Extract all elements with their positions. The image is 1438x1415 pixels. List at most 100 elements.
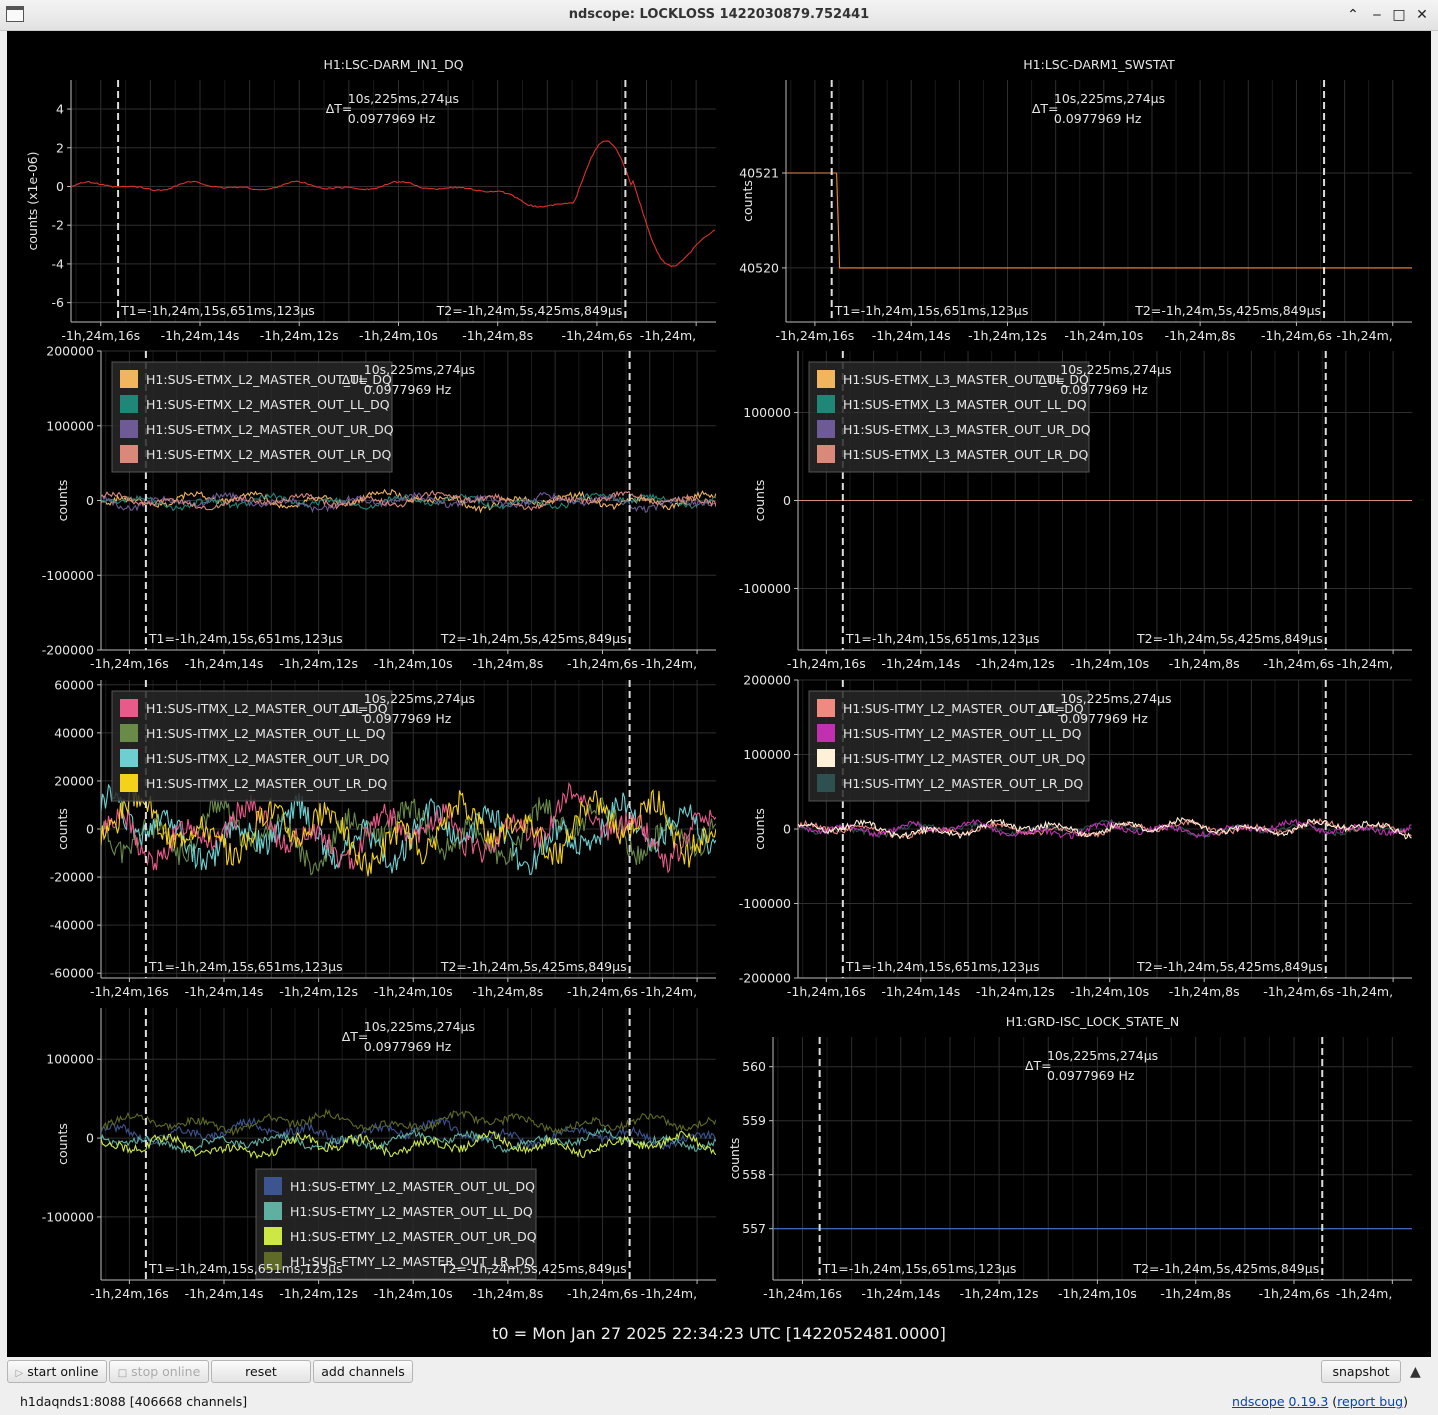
legend-label[interactable]: H1:SUS-ETMX_L3_MASTER_OUT_LL_DQ — [843, 397, 1087, 412]
x-tick-label: -1h,24m,14s — [185, 656, 264, 671]
legend-swatch — [264, 1177, 282, 1195]
title-bar: ndscope: LOCKLOSS 1422030879.752441 ⌃ ‒ … — [0, 0, 1438, 31]
x-tick-label: -1h,24m,12s — [279, 656, 358, 671]
legend-swatch — [817, 699, 835, 717]
legend-label[interactable]: H1:SUS-ETMY_L2_MASTER_OUT_UL_DQ — [290, 1179, 535, 1194]
y-tick-label: -20000 — [50, 870, 94, 885]
t0-label: t0 = Mon Jan 27 2025 22:34:23 UTC [14220… — [492, 1324, 946, 1343]
series-group — [71, 140, 716, 268]
x-tick-label: -1h,24m,10s — [374, 1286, 453, 1301]
x-tick-label: -1h,24m,16s — [763, 1286, 842, 1301]
y-tick-label: -100000 — [739, 581, 791, 596]
series-group — [786, 172, 1412, 269]
x-tick-label: -1h,24m,8s — [1169, 984, 1240, 999]
y-axis-label: counts — [55, 480, 70, 522]
legend-label[interactable]: H1:SUS-ETMX_L3_MASTER_OUT_LR_DQ — [843, 447, 1089, 462]
plot-canvas[interactable]: 4 2 0 -2 -4 -6 -1h,24m,16s -1h,24m,14s -1h,24m,1… — [7, 31, 1431, 1357]
y-tick-label: 0 — [56, 179, 64, 194]
x-tick-label: -1h,24m,8s — [472, 656, 543, 671]
plot-title: H1:LSC-DARM1_SWSTAT — [1023, 57, 1175, 72]
report-bug-link[interactable]: report bug — [1337, 1394, 1403, 1409]
x-tick-label: -1h,24m,16s — [787, 656, 866, 671]
cursor-t1-label: T1=-1h,24m,15s,651ms,123µs — [822, 1261, 1017, 1276]
reset-button[interactable]: reset — [211, 1360, 311, 1383]
y-tick-label: 559 — [742, 1113, 766, 1128]
legend-swatch — [817, 774, 835, 792]
legend-swatch — [264, 1202, 282, 1220]
y-tick-label: 40521 — [739, 166, 779, 181]
x-tick-label: -1h,24m,14s — [185, 984, 264, 999]
x-tick-label: -1h,24m,8s — [462, 328, 533, 343]
close-icon[interactable]: ✕ — [1413, 6, 1431, 24]
legend-label[interactable]: H1:SUS-ITMY_L2_MASTER_OUT_UL_DQ — [843, 701, 1084, 716]
series-group — [101, 1107, 716, 1160]
stop-online-button[interactable]: □ stop online — [109, 1360, 209, 1383]
stop-online-label: stop online — [131, 1364, 201, 1379]
cursor-t1-label: T1=-1h,24m,15s,651ms,123µs — [148, 959, 343, 974]
x-tick-label: -1h,24m,6s — [567, 656, 638, 671]
y-tick-label: 100000 — [743, 405, 791, 420]
plot-grid[interactable]: 420-2-4-6-1h,24m,16s -1h,24m,14s -1h,24m,1… — [7, 31, 1431, 1357]
legend-label[interactable]: H1:SUS-ITMX_L2_MASTER_OUT_UR_DQ — [146, 751, 390, 766]
x-tick-label: -1h,24m,16s — [61, 328, 140, 343]
legend-swatch — [120, 724, 138, 742]
legend-label[interactable]: H1:SUS-ITMX_L2_MASTER_OUT_LL_DQ — [146, 726, 386, 741]
legend-swatch — [264, 1227, 282, 1245]
cursor-t1-label: T1=-1h,24m,15s,651ms,123µs — [148, 631, 343, 646]
legend-swatch — [120, 370, 138, 388]
start-online-button[interactable]: ▷ start online — [7, 1360, 107, 1383]
legend-label[interactable]: H1:SUS-ITMX_L2_MASTER_OUT_LR_DQ — [146, 776, 387, 791]
legend-swatch — [120, 774, 138, 792]
add-channels-button[interactable]: add channels — [313, 1360, 413, 1383]
x-tick-label: -1h,24m,14s — [881, 656, 960, 671]
y-tick-label: -100000 — [739, 896, 791, 911]
ndscope-link[interactable]: ndscope — [1232, 1394, 1285, 1409]
legend-label[interactable]: H1:SUS-ETMX_L3_MASTER_OUT_UR_DQ — [843, 422, 1091, 437]
legend-label[interactable]: H1:SUS-ITMY_L2_MASTER_OUT_LL_DQ — [843, 726, 1082, 741]
x-tick-label: -1h,24m,10s — [1070, 984, 1149, 999]
legend-label[interactable]: H1:SUS-ITMY_L2_MASTER_OUT_UR_DQ — [843, 751, 1086, 766]
x-tick-label: -1h,24m,16s — [90, 1286, 169, 1301]
legend-label[interactable]: H1:SUS-ETMX_L3_MASTER_OUT_UL_DQ — [843, 372, 1089, 387]
x-tick-label: -1h,24m,14s — [872, 328, 951, 343]
cursor-t1-label: T1=-1h,24m,15s,651ms,123µs — [120, 303, 315, 318]
legend-label[interactable]: H1:SUS-ETMY_L2_MASTER_OUT_LR_DQ — [290, 1254, 535, 1269]
y-tick-label: 40000 — [54, 725, 94, 740]
x-tick-label: -1h,24m, — [640, 328, 696, 343]
version-link[interactable]: 0.19.3 — [1289, 1394, 1329, 1409]
y-tick-label: -60000 — [50, 966, 94, 981]
plot-title: H1:LSC-DARM_IN1_DQ — [323, 57, 463, 72]
maximize-icon[interactable]: □ — [1390, 6, 1408, 24]
legend-label[interactable]: H1:SUS-ETMY_L2_MASTER_OUT_LL_DQ — [290, 1204, 533, 1219]
version-info: ndscope 0.19.3 (report bug) — [1232, 1394, 1408, 1409]
legend-swatch — [120, 445, 138, 463]
delta-t-value: 10s,225ms,274µs — [1054, 91, 1165, 106]
x-tick-label: -1h,24m,12s — [279, 984, 358, 999]
y-tick-label: -40000 — [50, 918, 94, 933]
legend-swatch — [120, 749, 138, 767]
x-tick-label: -1h,24m,16s — [90, 656, 169, 671]
series-line — [101, 1116, 716, 1150]
x-tick-label: -1h,24m,8s — [472, 1286, 543, 1301]
x-tick-label: -1h,24m, — [1336, 1286, 1392, 1301]
legend-label[interactable]: H1:SUS-ITMY_L2_MASTER_OUT_LR_DQ — [843, 776, 1083, 791]
cursor-t2-label: T2=-1h,24m,5s,425ms,849µs — [440, 631, 627, 646]
shade-icon[interactable]: ⌃ — [1344, 6, 1362, 24]
expand-up-icon[interactable]: ▲ — [1410, 1364, 1421, 1380]
snapshot-button[interactable]: snapshot — [1321, 1360, 1401, 1383]
x-tick-label: -1h,24m, — [1336, 328, 1392, 343]
legend-label[interactable]: H1:SUS-ETMX_L2_MASTER_OUT_LL_DQ — [146, 397, 390, 412]
legend-label[interactable]: H1:SUS-ETMY_L2_MASTER_OUT_UR_DQ — [290, 1229, 537, 1244]
x-tick-label: -1h,24m,8s — [472, 984, 543, 999]
legend-label[interactable]: H1:SUS-ETMX_L2_MASTER_OUT_UR_DQ — [146, 422, 394, 437]
minimize-icon[interactable]: ‒ — [1368, 6, 1386, 24]
y-tick-label: 2 — [56, 140, 64, 155]
play-icon: ▷ — [15, 1368, 24, 1379]
x-tick-label: -1h,24m,6s — [1261, 328, 1332, 343]
legend-label[interactable]: H1:SUS-ITMX_L2_MASTER_OUT_UL_DQ — [146, 701, 388, 716]
legend-label[interactable]: H1:SUS-ETMX_L2_MASTER_OUT_LR_DQ — [146, 447, 392, 462]
legend-swatch — [817, 420, 835, 438]
y-tick-label: -2 — [52, 218, 64, 233]
y-tick-label: 0 — [86, 822, 94, 837]
legend-label[interactable]: H1:SUS-ETMX_L2_MASTER_OUT_UL_DQ — [146, 372, 392, 387]
